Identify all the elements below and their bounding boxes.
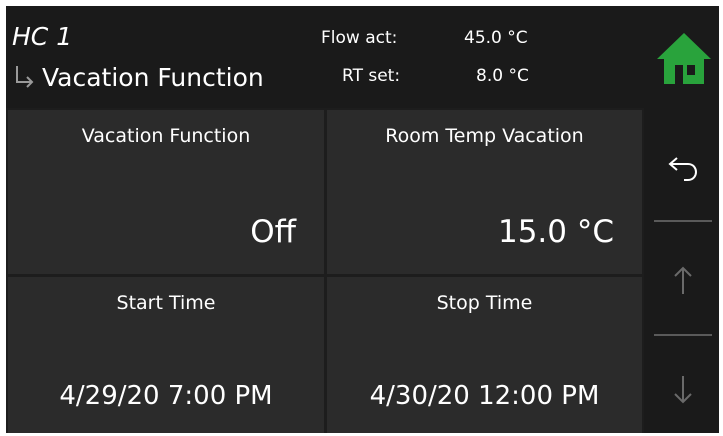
vacation-function-tile[interactable]: Vacation Function Off — [8, 110, 324, 274]
room-temp-set-value: 8.0 °C — [476, 66, 529, 86]
circuit-name: HC 1 — [12, 22, 73, 51]
start-time-title: Start Time — [116, 292, 216, 314]
arrow-up-icon[interactable] — [644, 226, 719, 326]
page-title: Vacation Function — [42, 62, 264, 92]
stop-time-title: Stop Time — [436, 292, 533, 314]
room-temp-vacation-title: Room Temp Vacation — [385, 125, 584, 147]
screen: HC 1 Vacation Function Flow act: 45.0 °C… — [6, 6, 719, 433]
back-icon[interactable] — [644, 116, 719, 216]
home-icon[interactable] — [654, 30, 714, 88]
stop-time-tile[interactable]: Stop Time 4/30/20 12:00 PM — [327, 277, 642, 433]
start-time-tile[interactable]: Start Time 4/29/20 7:00 PM — [8, 277, 324, 433]
nav-divider — [654, 220, 712, 222]
stop-time-value: 4/30/20 12:00 PM — [369, 381, 600, 411]
header: HC 1 Vacation Function Flow act: 45.0 °C… — [6, 6, 719, 108]
vacation-function-title: Vacation Function — [81, 125, 251, 147]
submenu-arrow-icon — [16, 66, 34, 88]
breadcrumb: Vacation Function — [14, 60, 264, 94]
room-temp-vacation-value: 15.0 °C — [497, 214, 614, 250]
start-time-value: 4/29/20 7:00 PM — [59, 381, 273, 411]
side-navigation — [644, 108, 719, 433]
flow-actual-label: Flow act: — [321, 28, 398, 48]
room-temp-set-label: RT set: — [342, 66, 401, 86]
room-temp-vacation-tile[interactable]: Room Temp Vacation 15.0 °C — [327, 110, 642, 274]
flow-actual-value: 45.0 °C — [464, 28, 528, 48]
arrow-down-icon[interactable] — [644, 340, 719, 433]
nav-divider — [654, 334, 712, 336]
vacation-function-value: Off — [250, 214, 296, 250]
